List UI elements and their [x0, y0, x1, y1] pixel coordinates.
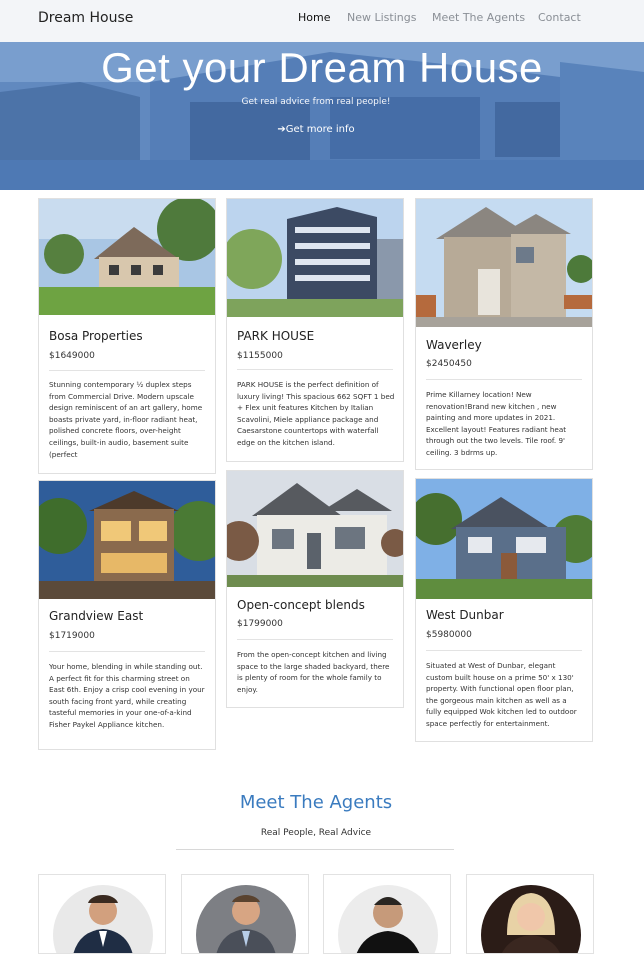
- listing-title[interactable]: Bosa Properties: [49, 329, 143, 343]
- listing-card[interactable]: Grandview East $1719000 Your home, blend…: [38, 480, 216, 750]
- divider: [426, 379, 582, 380]
- divider: [49, 651, 205, 652]
- listing-card[interactable]: PARK HOUSE $1155000 PARK HOUSE is the pe…: [226, 198, 404, 462]
- agent-photo: [481, 885, 581, 953]
- listing-photo: [416, 199, 592, 327]
- listing-title[interactable]: West Dunbar: [426, 608, 504, 622]
- agents-section-title: Meet The Agents: [239, 792, 393, 813]
- nav-link-home[interactable]: Home: [298, 11, 330, 24]
- divider: [237, 639, 393, 640]
- listing-card[interactable]: Bosa Properties $1649000 Stunning contem…: [38, 198, 216, 474]
- listing-photo: [416, 479, 592, 599]
- listing-price: $1719000: [49, 631, 95, 641]
- divider: [49, 370, 205, 371]
- listing-photo: [39, 481, 215, 599]
- listing-price: $5980000: [426, 630, 472, 640]
- listing-price: $1155000: [237, 351, 283, 361]
- listing-card[interactable]: West Dunbar $5980000 Situated at West of…: [415, 478, 593, 742]
- listing-photo: [39, 199, 215, 315]
- nav-link-new-listings[interactable]: New Listings: [347, 11, 416, 24]
- listing-title[interactable]: Grandview East: [49, 609, 143, 623]
- divider: [426, 650, 582, 651]
- agent-card[interactable]: [38, 874, 166, 954]
- listing-title[interactable]: PARK HOUSE: [237, 329, 314, 343]
- get-more-info-label: Get more info: [285, 124, 355, 135]
- listing-photo: [227, 199, 403, 317]
- listing-photo: [227, 471, 403, 587]
- agent-photo: [53, 885, 153, 953]
- listing-description: Prime Killarney location! New renovation…: [426, 390, 567, 457]
- divider: [176, 849, 454, 850]
- listing-card[interactable]: Waverley $2450450 Prime Killarney locati…: [415, 198, 593, 470]
- navbar: Dream House Home New Listings Meet The A…: [0, 0, 644, 43]
- arrow-right-circle-icon: ➔: [277, 124, 286, 135]
- listing-price: $2450450: [426, 359, 472, 369]
- listing-price: $1649000: [49, 351, 95, 361]
- hero-subtitle: Get real advice from real people!: [241, 97, 391, 107]
- hero-title: Get your Dream House: [101, 44, 543, 91]
- nav-link-contact[interactable]: Contact: [538, 11, 581, 24]
- listing-price: $1799000: [237, 619, 283, 629]
- brand-logo[interactable]: Dream House: [38, 10, 133, 26]
- listing-description: PARK HOUSE is the perfect definition of …: [237, 380, 395, 447]
- agents-section-subtitle: Real People, Real Advice: [260, 828, 372, 838]
- agent-card[interactable]: [323, 874, 451, 954]
- agent-photo: [196, 885, 296, 953]
- agent-card[interactable]: [466, 874, 594, 954]
- agent-card[interactable]: [181, 874, 309, 954]
- hero-banner: Get your Dream House Get real advice fro…: [0, 42, 644, 190]
- nav-link-meet-the-agents[interactable]: Meet The Agents: [432, 11, 525, 24]
- listing-description: From the open-concept kitchen and living…: [237, 650, 390, 694]
- divider: [237, 369, 393, 370]
- listing-description: Your home, blending in while standing ou…: [49, 662, 205, 729]
- get-more-info-button[interactable]: ➔Get more info: [0, 124, 632, 135]
- listing-description: Situated at West of Dunbar, elegant cust…: [426, 661, 577, 728]
- listing-card[interactable]: Open-concept blends $1799000 From the op…: [226, 470, 404, 708]
- agent-photo: [338, 885, 438, 953]
- listing-title[interactable]: Open-concept blends: [237, 598, 365, 612]
- listing-description: Stunning contemporary ½ duplex steps fro…: [49, 380, 203, 459]
- listing-title[interactable]: Waverley: [426, 338, 482, 352]
